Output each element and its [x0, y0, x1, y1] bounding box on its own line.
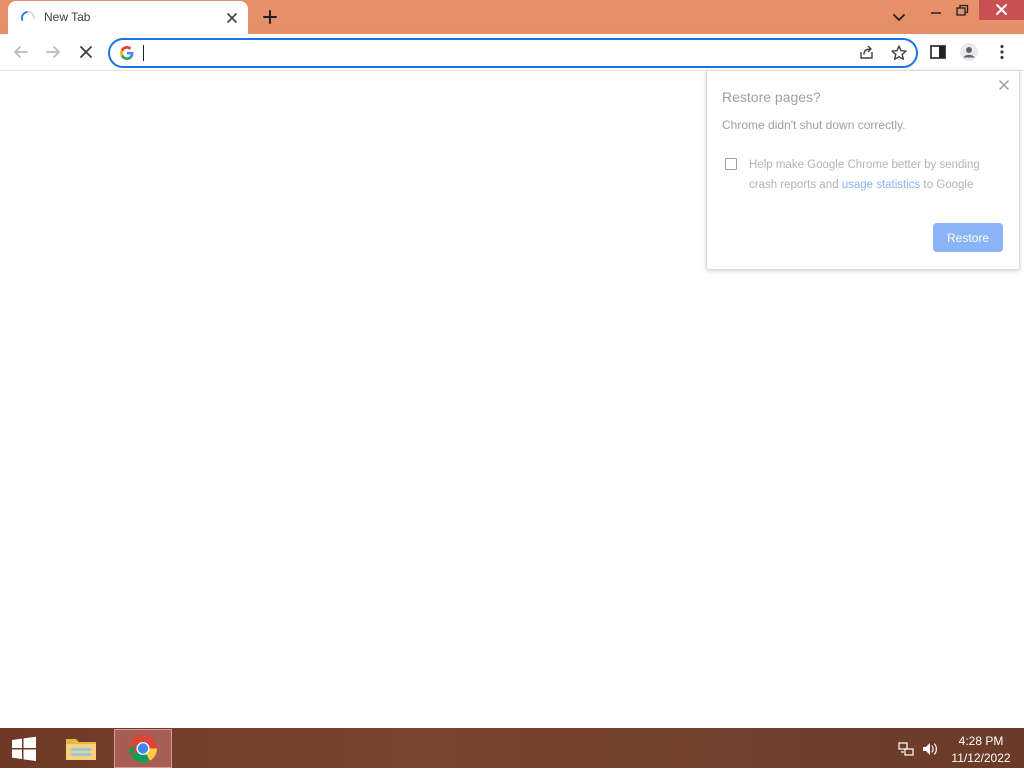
file-explorer-taskbar-button[interactable]: [58, 730, 104, 766]
tab-close-icon[interactable]: [224, 10, 240, 26]
volume-icon[interactable]: [921, 741, 939, 757]
new-tab-plus-icon[interactable]: [260, 7, 280, 27]
restore-button[interactable]: Restore: [933, 223, 1003, 252]
text-caret: [143, 45, 144, 61]
bookmark-star-icon[interactable]: [890, 44, 908, 62]
tab-title: New Tab: [44, 10, 91, 24]
file-explorer-icon: [66, 739, 96, 760]
profile-avatar-icon[interactable]: [959, 42, 979, 62]
taskbar: 4:28 PM 11/12/2022: [0, 728, 1024, 768]
restore-window-icon[interactable]: [954, 2, 970, 20]
stop-loading-icon[interactable]: [76, 42, 96, 62]
more-menu-icon[interactable]: [992, 42, 1012, 62]
google-g-icon: [120, 46, 134, 60]
dialog-title: Restore pages?: [722, 89, 821, 105]
windows-start-icon[interactable]: [10, 736, 38, 762]
title-bar: New Tab: [0, 0, 1024, 34]
dialog-close-icon[interactable]: [997, 78, 1011, 92]
network-icon[interactable]: [898, 742, 914, 756]
address-input[interactable]: [142, 43, 846, 65]
help-text-suffix: to Google: [920, 179, 974, 191]
close-window-button[interactable]: [979, 0, 1024, 20]
close-icon: [996, 4, 1007, 15]
address-bar[interactable]: [108, 38, 918, 68]
tab-search-chevron-icon[interactable]: [890, 8, 908, 26]
browser-toolbar: [0, 34, 1024, 71]
back-arrow-icon[interactable]: [11, 42, 31, 62]
clock-time[interactable]: 4:28 PM: [945, 734, 1017, 748]
forward-arrow-icon[interactable]: [43, 42, 63, 62]
crash-report-checkbox[interactable]: [725, 158, 737, 170]
chrome-icon: [129, 734, 157, 763]
crash-report-label: Help make Google Chrome better by sendin…: [749, 155, 999, 195]
chrome-taskbar-button[interactable]: [114, 729, 172, 768]
restore-pages-dialog: Restore pages? Chrome didn't shut down c…: [706, 70, 1020, 270]
dialog-message: Chrome didn't shut down correctly.: [722, 118, 906, 132]
loading-spinner-icon: [21, 11, 35, 21]
tab-new-tab[interactable]: New Tab: [8, 1, 248, 34]
usage-statistics-link[interactable]: usage statistics: [842, 179, 921, 191]
side-panel-icon[interactable]: [928, 42, 948, 62]
share-icon[interactable]: [858, 44, 876, 62]
minimize-icon[interactable]: [928, 2, 944, 20]
clock-date[interactable]: 11/12/2022: [945, 751, 1017, 765]
